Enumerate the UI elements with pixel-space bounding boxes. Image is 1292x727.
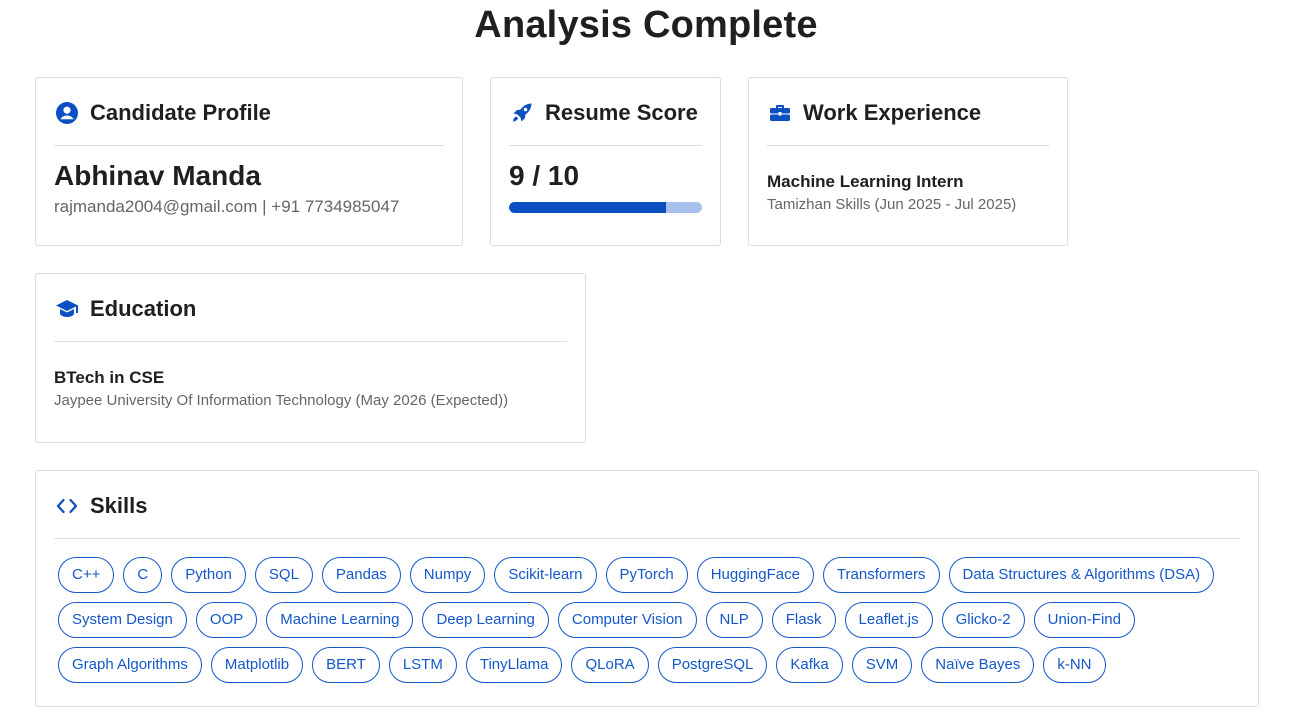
skill-tag: Pandas <box>321 557 401 593</box>
skill-tag: Python <box>171 557 246 593</box>
skill-tag: TinyLlama <box>465 647 563 683</box>
skill-tag: Flask <box>771 602 836 638</box>
skill-tag: Glicko-2 <box>941 602 1025 638</box>
education-card: Education BTech in CSE Jaypee University… <box>35 273 586 443</box>
skill-tag: LSTM <box>388 647 457 683</box>
skill-tag: C <box>123 557 163 593</box>
score-progress-bar <box>509 202 702 213</box>
card-header: Resume Score <box>509 78 702 146</box>
skill-tag: BERT <box>312 647 380 683</box>
education-details: Jaypee University Of Information Technol… <box>54 392 509 409</box>
skill-tag: k-NN <box>1043 647 1106 683</box>
card-header: Skills <box>54 471 1240 539</box>
skill-tag: Transformers <box>822 557 940 593</box>
page-title: Analysis Complete <box>474 4 818 46</box>
resume-score-value: 9 / 10 <box>509 160 580 191</box>
skill-tag: SQL <box>254 557 313 593</box>
candidate-contact: rajmanda2004@gmail.com | +91 7734985047 <box>54 197 400 216</box>
skill-tag: Matplotlib <box>210 647 304 683</box>
graduation-cap-icon <box>54 296 80 322</box>
skill-tag: OOP <box>195 602 258 638</box>
card-title: Resume Score <box>545 99 698 125</box>
skill-tag: Deep Learning <box>422 602 549 638</box>
skills-list: C++ C Python SQL Pandas Numpy Scikit-learn PyTo… <box>58 557 1240 683</box>
skills-card: Skills C++ C Python SQL Pandas Numpy Scikit-le… <box>35 470 1259 707</box>
code-icon <box>54 493 80 519</box>
skill-tag: QLoRA <box>571 647 649 683</box>
skill-tag: PostgreSQL <box>657 647 768 683</box>
skill-tag: NLP <box>705 602 763 638</box>
card-header: Work Experience <box>767 78 1049 146</box>
resume-score-card: Resume Score 9 / 10 <box>490 77 721 246</box>
skill-tag: System Design <box>58 602 187 638</box>
degree-title: BTech in CSE <box>54 368 165 387</box>
rocket-icon <box>509 100 535 126</box>
skill-tag: Machine Learning <box>266 602 414 638</box>
job-details: Tamizhan Skills (Jun 2025 - Jul 2025) <box>767 196 1017 213</box>
skill-tag: PyTorch <box>605 557 688 593</box>
skill-tag: Graph Algorithms <box>58 647 202 683</box>
skill-tag: Data Structures & Algorithms (DSA) <box>948 557 1215 593</box>
skill-tag: Union-Find <box>1033 602 1135 638</box>
candidate-profile-card: Candidate Profile Abhinav Manda rajmanda… <box>35 77 463 246</box>
card-title: Skills <box>90 492 148 518</box>
skill-tag: SVM <box>851 647 913 683</box>
skill-tag: Naïve Bayes <box>921 647 1035 683</box>
skill-tag: Numpy <box>409 557 486 593</box>
card-title: Education <box>90 295 197 321</box>
card-header: Education <box>54 274 567 342</box>
user-circle-icon <box>54 100 80 126</box>
score-progress-fill <box>509 202 667 213</box>
skill-tag: Scikit-learn <box>494 557 597 593</box>
skill-tag: C++ <box>58 557 115 593</box>
candidate-name: Abhinav Manda <box>54 160 261 191</box>
card-header: Candidate Profile <box>54 78 444 146</box>
briefcase-icon <box>767 100 793 126</box>
work-experience-card: Work Experience Machine Learning Intern … <box>748 77 1068 246</box>
card-title: Work Experience <box>803 99 982 125</box>
skill-tag: HuggingFace <box>696 557 814 593</box>
skill-tag: Leaflet.js <box>844 602 933 638</box>
card-title: Candidate Profile <box>90 99 271 125</box>
skill-tag: Computer Vision <box>557 602 697 638</box>
skill-tag: Kafka <box>776 647 843 683</box>
job-title: Machine Learning Intern <box>767 172 964 191</box>
